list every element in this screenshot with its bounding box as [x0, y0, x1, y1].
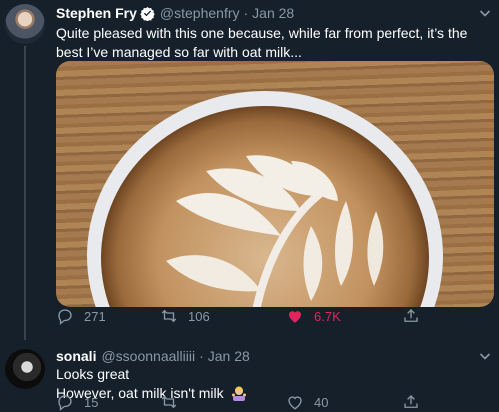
- retweet-count: 106: [188, 308, 210, 324]
- retweet-icon: [161, 395, 177, 409]
- share-icon: [404, 309, 418, 322]
- heart-outline-icon: [288, 396, 302, 410]
- retweet-button[interactable]: [160, 393, 188, 411]
- separator-dot: ·: [243, 5, 249, 21]
- person-shrugging-emoji-icon: [231, 386, 246, 401]
- like-button[interactable]: 6.7K: [286, 307, 341, 325]
- like-button[interactable]: 40: [286, 393, 328, 411]
- share-button[interactable]: [402, 393, 430, 411]
- reply-count: 271: [84, 308, 106, 324]
- tweet-header: Stephen Fry @stephenfry · Jan 28: [56, 5, 294, 21]
- avatar[interactable]: [5, 349, 45, 389]
- thread-line: [24, 46, 26, 340]
- tweet-date[interactable]: Jan 28: [252, 5, 294, 21]
- like-count: 6.7K: [314, 308, 341, 324]
- verified-badge-icon: [140, 6, 155, 21]
- tweet-text-line: Looks great: [56, 366, 130, 382]
- author-handle[interactable]: @ssoonnaalliiii: [101, 348, 195, 364]
- author-name[interactable]: Stephen Fry: [56, 5, 137, 21]
- reply-icon: [58, 309, 72, 325]
- tweet-header: sonali @ssoonnaalliiii · Jan 28: [56, 348, 250, 364]
- reply-count: 15: [84, 394, 99, 410]
- chevron-down-icon[interactable]: [479, 350, 491, 362]
- tweet-text: Quite pleased with this one because, whi…: [56, 25, 468, 60]
- reply-button[interactable]: 15: [56, 393, 98, 411]
- author-name[interactable]: sonali: [56, 348, 96, 364]
- reply-icon: [58, 395, 72, 411]
- latte-art-image: [87, 91, 443, 307]
- share-icon: [404, 395, 418, 408]
- author-handle[interactable]: @stephenfry: [160, 5, 240, 21]
- like-count: 40: [314, 394, 329, 410]
- retweet-button[interactable]: 106: [160, 307, 210, 325]
- share-button[interactable]: [402, 307, 430, 325]
- reply-button[interactable]: 271: [56, 307, 106, 325]
- separator-dot: ·: [199, 348, 204, 364]
- heart-icon: [289, 311, 301, 323]
- retweet-icon: [161, 309, 177, 323]
- tweet-image[interactable]: [56, 61, 494, 307]
- chevron-down-icon[interactable]: [479, 7, 491, 19]
- tweet-date[interactable]: Jan 28: [208, 348, 250, 364]
- tweet-main[interactable]: Stephen Fry @stephenfry · Jan 28 Quite p…: [0, 0, 499, 340]
- avatar[interactable]: [5, 4, 45, 44]
